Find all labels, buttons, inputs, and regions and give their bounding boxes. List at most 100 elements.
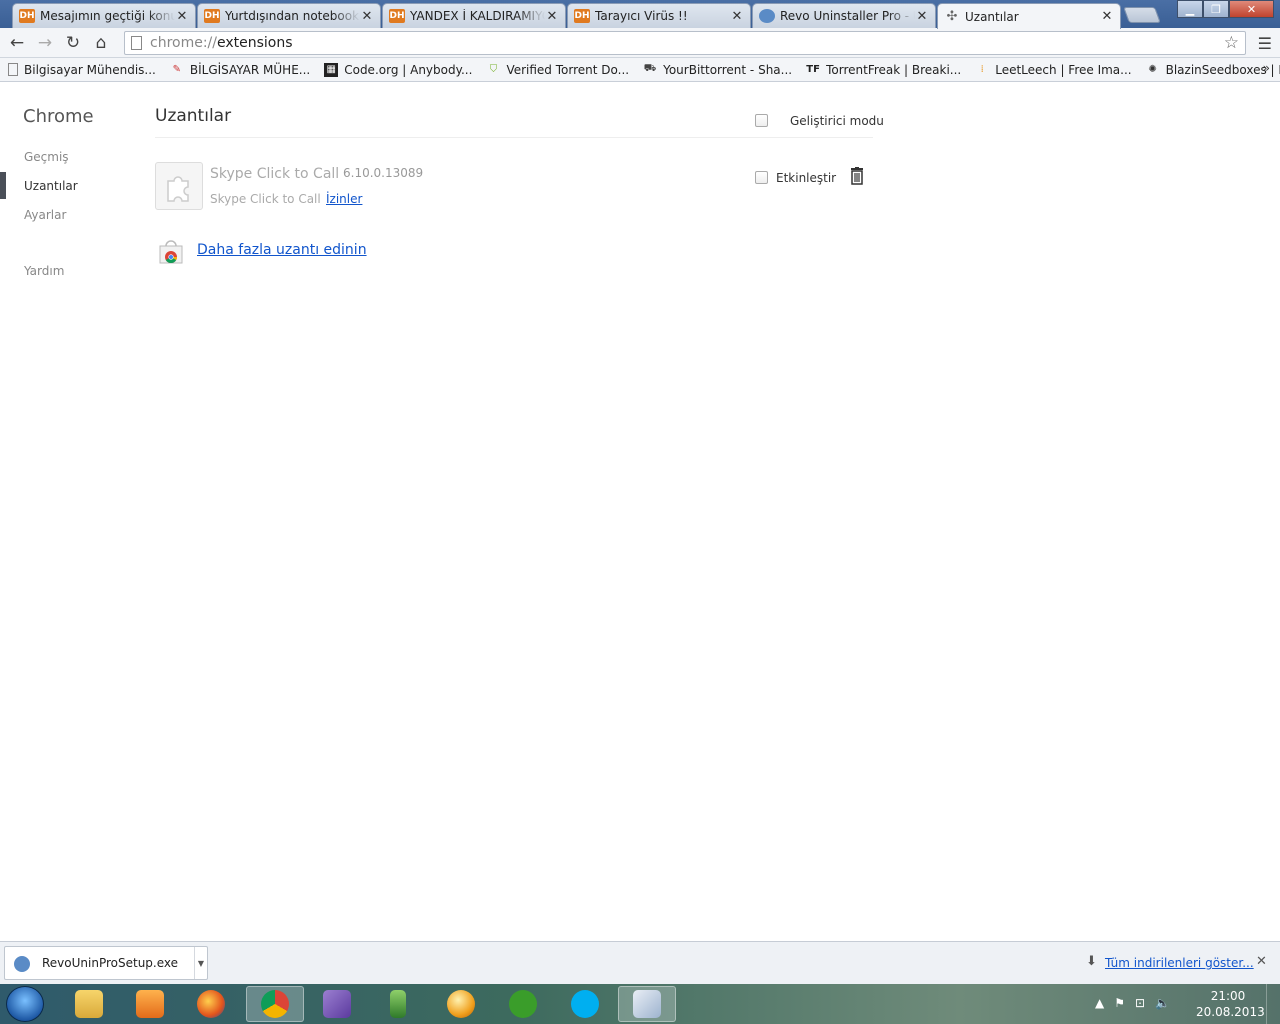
url-path: extensions [217,35,293,51]
sidebar-item-extensions[interactable]: Uzantılar [24,179,78,193]
bookmark-label: Verified Torrent Do... [506,62,630,77]
bookmark-label: YourBittorrent - Sha... [663,62,793,77]
chevron-down-icon[interactable]: ▼ [194,947,207,979]
bookmark-item[interactable]: ⛉ Verified Torrent Do... [486,63,629,77]
close-icon[interactable]: ✕ [1256,954,1267,969]
bookmark-item[interactable]: ✺ BlazinSeedboxes | H... [1146,63,1280,77]
window-close-icon[interactable]: ✕ [1229,0,1274,18]
puzzle-icon: ✣ [946,9,958,24]
close-icon[interactable]: ✕ [360,9,374,24]
page-icon [131,36,142,50]
tab-strip: DH Mesajımın geçtiği konula ✕ DH Yurtdış… [0,0,1280,29]
trash-icon[interactable] [849,167,865,188]
developer-mode-checkbox[interactable] [755,114,768,127]
tab-3[interactable]: DH YANDEX İ KALDIRAMIYO ✕ [382,3,566,28]
home-icon[interactable]: ⌂ [87,30,115,56]
network-icon[interactable]: ⊡ [1135,996,1145,1010]
show-all-downloads-link[interactable]: Tüm indirilenleri göster... [1105,956,1254,970]
close-icon[interactable]: ✕ [545,9,559,24]
close-icon[interactable]: ✕ [175,9,189,24]
bookmark-item[interactable]: ✎ BİLGİSAYAR MÜHE... [170,63,311,77]
tab-2[interactable]: DH Yurtdışından notebook a ✕ [197,3,381,28]
bookmarks-overflow-icon[interactable]: » [1263,61,1270,75]
extension-version: 6.10.0.13089 [343,166,424,180]
tab-1[interactable]: DH Mesajımın geçtiği konula ✕ [12,3,196,28]
download-arrow-icon: ⬇ [1086,954,1097,969]
site-icon: ✎ [172,64,182,75]
permissions-link[interactable]: İzinler [326,192,362,206]
close-icon[interactable]: ✕ [915,9,929,24]
jdownloader-icon[interactable] [432,986,490,1022]
bookmark-item[interactable]: ⛟ YourBittorrent - Sha... [643,63,792,77]
tf-icon: TF [806,64,820,75]
web-store-icon [158,238,184,264]
flag-icon[interactable]: ⚑ [1114,996,1125,1010]
address-bar[interactable]: chrome://extensions ☆ [124,31,1246,55]
ybt-icon: ⛟ [643,63,657,74]
sidebar-item-help[interactable]: Yardım [24,264,64,278]
extension-description: Skype Click to Call [210,192,321,206]
minimize-icon[interactable]: ▁ [1177,0,1203,18]
show-desktop-button[interactable] [1266,984,1280,1024]
download-filename: RevoUninProSetup.exe [42,956,179,970]
tab-title: Yurtdışından notebook a [225,9,360,23]
bookmark-label: TorrentFreak | Breaki... [826,62,962,77]
start-button[interactable] [6,986,44,1022]
enable-checkbox[interactable] [755,171,768,184]
close-icon[interactable]: ✕ [730,9,744,24]
visual-studio-icon[interactable] [308,986,366,1022]
tab-title: Mesajımın geçtiği konula [40,9,175,23]
leetleech-icon: ⁞ [980,64,984,75]
close-icon[interactable]: ✕ [1100,9,1114,24]
sidebar-title: Chrome [23,106,94,127]
tray-expand-icon[interactable]: ▲ [1095,996,1104,1010]
new-tab-button[interactable] [1123,7,1161,23]
bookmark-item[interactable]: ⁞ LeetLeech | Free Ima... [975,63,1132,77]
get-more-extensions-link[interactable]: Daha fazla uzantı edinin [197,242,367,258]
tab-title: Tarayıcı Virüs !! [595,9,688,23]
tab-4[interactable]: DH Tarayıcı Virüs !! ✕ [567,3,751,28]
menu-icon[interactable]: ☰ [1258,34,1272,53]
firefox-icon[interactable] [182,986,240,1022]
dh-favicon-icon: DH [574,9,590,23]
star-icon[interactable]: ☆ [1224,33,1239,53]
bookmark-item[interactable]: Bilgisayar Mühendis... [8,63,156,77]
clock-date: 20.08.2013 [1196,1005,1265,1019]
chrome-icon[interactable] [246,986,304,1022]
phone-tool-icon[interactable] [369,986,427,1022]
tab-5[interactable]: Revo Uninstaller Pro - Un ✕ [752,3,936,28]
reload-icon[interactable]: ↻ [59,30,87,56]
dh-favicon-icon: DH [389,9,405,23]
maximize-icon[interactable]: ❐ [1203,0,1229,18]
sidebar-item-history[interactable]: Geçmiş [24,150,69,164]
sidebar-item-settings[interactable]: Ayarlar [24,208,66,222]
media-player-icon[interactable] [121,986,179,1022]
bookmark-item[interactable]: ▦ Code.org | Anybody... [324,62,473,77]
toolbar: ← → ↻ ⌂ chrome://extensions ☆ ☰ [0,28,1280,58]
selected-nav-marker [0,172,6,199]
page-icon [8,63,18,76]
blazin-icon: ✺ [1148,64,1157,75]
download-item[interactable]: RevoUninProSetup.exe ▼ [4,946,208,980]
bookmark-label: Bilgisayar Mühendis... [24,62,156,77]
enable-label[interactable]: Etkinleştir [776,171,836,185]
codeorg-icon: ▦ [324,62,339,77]
tab-title: Uzantılar [965,9,1019,24]
url-scheme: chrome:// [150,35,217,51]
back-icon[interactable]: ← [3,30,31,56]
revo-icon [14,956,30,972]
bookmark-label: Code.org | Anybody... [344,62,473,77]
skype-icon[interactable] [556,986,614,1022]
paint-icon[interactable] [618,986,676,1022]
utorrent-icon[interactable] [494,986,552,1022]
revo-icon [759,9,775,23]
download-shelf: RevoUninProSetup.exe ▼ ⬇ Tüm indirilenle… [0,941,1280,984]
tab-6[interactable]: ✣ Uzantılar ✕ [937,3,1121,29]
taskbar: ▲ ⚑ ⊡ 🔈 21:00 20.08.2013 [0,984,1280,1024]
clock[interactable]: 21:00 20.08.2013 [1196,988,1265,1020]
explorer-icon[interactable] [60,986,118,1022]
volume-icon[interactable]: 🔈 [1155,996,1170,1010]
developer-mode-label[interactable]: Geliştirici modu [790,114,884,128]
bookmark-item[interactable]: TF TorrentFreak | Breaki... [806,63,961,77]
forward-icon[interactable]: → [31,30,59,56]
